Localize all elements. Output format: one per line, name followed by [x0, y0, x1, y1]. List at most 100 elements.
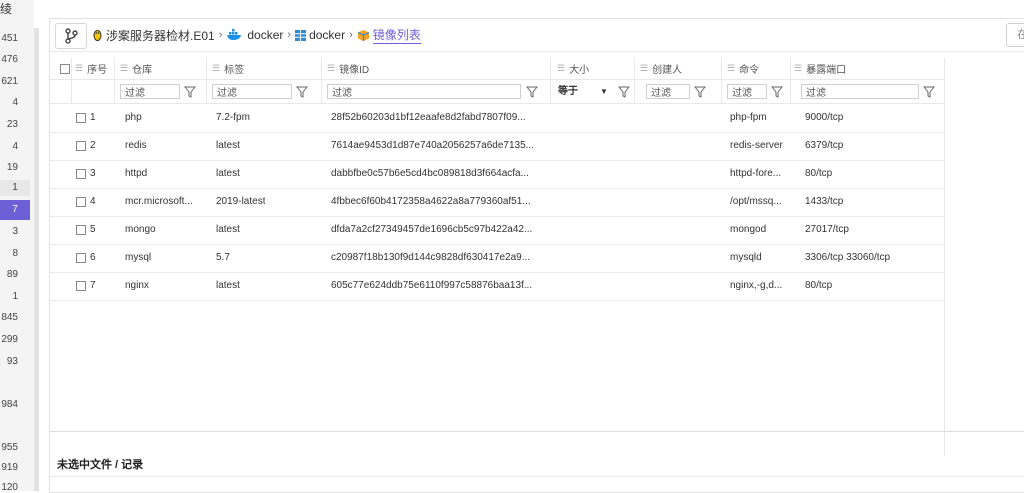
- gutter-number[interactable]: 93: [0, 356, 18, 367]
- chevron-right-icon: ›: [218, 29, 223, 41]
- column-divider: [790, 58, 791, 103]
- filter-input-creator[interactable]: [646, 84, 690, 99]
- gutter-number[interactable]: 23: [0, 119, 18, 130]
- cell-tag: latest: [216, 280, 240, 291]
- select-all-checkbox[interactable]: [60, 64, 70, 74]
- linux-icon: [92, 29, 103, 42]
- cell-index: 3: [90, 168, 96, 179]
- filter-icon[interactable]: [296, 85, 308, 99]
- gutter-number[interactable]: 955: [0, 442, 18, 453]
- chevron-right-icon: ›: [349, 29, 353, 41]
- cell-index: 1: [90, 112, 96, 123]
- gutter-number[interactable]: 89: [0, 269, 18, 280]
- cell-image-id: 605c77e624ddb75e6110f997c58876baa13f...: [331, 280, 533, 291]
- filter-input-tag[interactable]: [212, 84, 292, 99]
- table-row[interactable]: 5 mongo latest dfda7a2cf27349457de1696cb…: [50, 216, 944, 245]
- gutter-number[interactable]: 919: [0, 462, 18, 473]
- gutter-number-selected[interactable]: 7: [0, 200, 30, 220]
- cell-repo: mongo: [125, 224, 156, 235]
- breadcrumb-item-evidence[interactable]: 涉案服务器检材.E01: [106, 27, 215, 44]
- gutter-top-char: 绫: [0, 2, 13, 16]
- gutter-number[interactable]: 120: [0, 482, 18, 493]
- gutter-number[interactable]: 8: [0, 248, 18, 259]
- filter-icon[interactable]: [694, 85, 706, 99]
- filter-icon[interactable]: [618, 85, 630, 99]
- grid-icon: [295, 29, 307, 41]
- filter-icon[interactable]: [771, 85, 783, 99]
- breadcrumb-item-image-list[interactable]: 镜像列表: [372, 26, 421, 44]
- breadcrumb-item-docker-data[interactable]: docker: [309, 28, 345, 42]
- gutter-number[interactable]: 1: [0, 291, 18, 302]
- gutter-number[interactable]: 4: [0, 141, 18, 152]
- gutter-number[interactable]: 3: [0, 226, 18, 237]
- column-header-repo[interactable]: ☰ 仓库: [120, 58, 152, 78]
- cell-image-id: 4fbbec6f60b4172358a4622a8a779360af51...: [331, 196, 531, 207]
- gutter-number[interactable]: 299: [0, 334, 18, 345]
- cell-repo: redis: [125, 140, 147, 151]
- column-header-index[interactable]: ☰ 序号: [75, 58, 107, 78]
- size-operator-select[interactable]: 等于 ▼: [554, 84, 614, 99]
- branch-button[interactable]: [55, 23, 87, 49]
- cell-ports: 1433/tcp: [805, 196, 844, 207]
- breadcrumb-item-docker[interactable]: docker: [247, 28, 283, 42]
- row-checkbox[interactable]: [76, 141, 86, 151]
- filter-input-image-id[interactable]: [327, 84, 521, 99]
- chevron-right-icon: ›: [287, 29, 292, 41]
- gutter-number[interactable]: 19: [0, 162, 18, 173]
- gutter-number[interactable]: 476: [0, 54, 18, 65]
- row-checkbox[interactable]: [76, 169, 86, 179]
- gutter-number[interactable]: 621: [0, 76, 18, 87]
- cell-tag: latest: [216, 168, 240, 179]
- gutter-number[interactable]: 451: [0, 33, 18, 44]
- table-row[interactable]: 1 php 7.2-fpm 28f52b60203d1bf12eaafe8d2f…: [50, 104, 944, 133]
- right-toolbar-button[interactable]: 在: [1006, 23, 1024, 47]
- gutter-number[interactable]: 4: [0, 97, 18, 108]
- cell-repo: httpd: [125, 168, 148, 179]
- gutter-number[interactable]: 984: [0, 399, 18, 410]
- column-divider: [114, 58, 115, 103]
- column-header-ports[interactable]: ☰ 暴露端口: [794, 58, 846, 78]
- branch-icon: [65, 28, 78, 44]
- cell-ports: 3306/tcp 33060/tcp: [805, 252, 891, 263]
- row-checkbox[interactable]: [76, 113, 86, 123]
- table-right-border: [944, 58, 945, 456]
- status-divider: [50, 431, 1024, 432]
- filter-input-repo[interactable]: [120, 84, 180, 99]
- column-header-label: 镜像ID: [339, 64, 370, 76]
- column-divider: [550, 58, 551, 103]
- filter-input-command[interactable]: [727, 84, 767, 99]
- cell-command: redis-server: [730, 140, 783, 151]
- filter-icon[interactable]: [526, 85, 538, 99]
- filter-icon[interactable]: [923, 85, 935, 99]
- gutter-number[interactable]: 845: [0, 312, 18, 323]
- cell-index: 7: [90, 280, 96, 291]
- cell-ports: 9000/tcp: [805, 112, 844, 123]
- table-row[interactable]: 3 httpd latest dabbfbe0c57b6e5cd4bc08981…: [50, 160, 944, 189]
- table-row[interactable]: 7 nginx latest 605c77e624ddb75e6110f997c…: [50, 272, 944, 301]
- column-divider: [721, 58, 722, 103]
- row-checkbox[interactable]: [76, 253, 86, 263]
- column-header-creator[interactable]: ☰ 创建人: [640, 58, 682, 78]
- table-row[interactable]: 4 mcr.microsoft... 2019-latest 4fbbec6f6…: [50, 188, 944, 217]
- row-checkbox[interactable]: [76, 225, 86, 235]
- cube-icon: [357, 29, 370, 42]
- gutter-scrollbar[interactable]: [34, 28, 39, 491]
- table-row[interactable]: 2 redis latest 7614ae9453d1d87e740a20562…: [50, 132, 944, 161]
- column-header-size[interactable]: ☰ 大小: [557, 58, 589, 78]
- column-header-image-id[interactable]: ☰ 镜像ID: [327, 58, 369, 78]
- cell-image-id: c20987f18b130f9d144c9828df630417e2a9...: [331, 252, 531, 263]
- filter-icon[interactable]: [184, 85, 196, 99]
- cell-image-id: 7614ae9453d1d87e740a2056257a6de7135...: [331, 140, 534, 151]
- column-header-label: 仓库: [132, 64, 153, 76]
- column-menu-icon: ☰: [727, 62, 736, 73]
- column-header-command[interactable]: ☰ 命令: [727, 58, 759, 78]
- header-divider: [50, 79, 944, 80]
- column-header-label: 大小: [569, 64, 590, 76]
- row-checkbox[interactable]: [76, 197, 86, 207]
- filter-input-ports[interactable]: [801, 84, 919, 99]
- table-row[interactable]: 6 mysql 5.7 c20987f18b130f9d144c9828df63…: [50, 244, 944, 273]
- gutter-number[interactable]: 1: [0, 180, 30, 196]
- column-header-tag[interactable]: ☰ 标签: [212, 58, 244, 78]
- row-checkbox[interactable]: [76, 281, 86, 291]
- breadcrumb-bar: 涉案服务器检材.E01 › docker › docker › 镜像列表 在: [50, 19, 1024, 52]
